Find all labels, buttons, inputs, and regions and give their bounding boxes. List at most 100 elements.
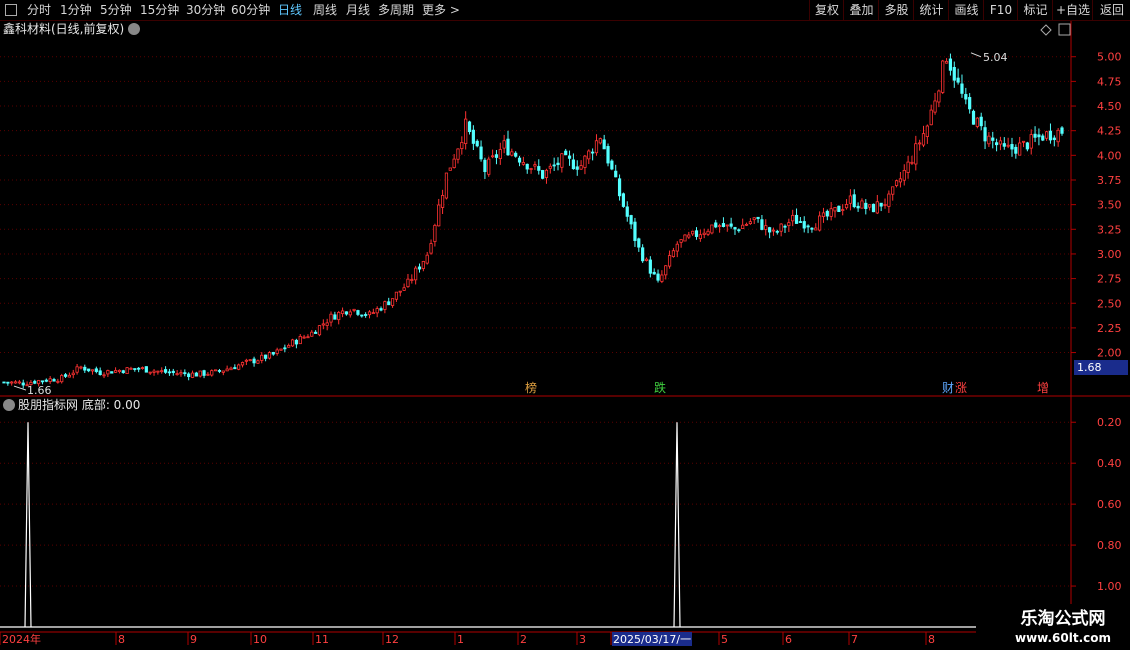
candle-body xyxy=(352,308,356,311)
candle-body xyxy=(641,247,645,262)
candle-body xyxy=(702,232,706,235)
price-axis-label: 5.00 xyxy=(1097,51,1122,64)
candle-body xyxy=(456,148,460,160)
price-axis-label: 2.50 xyxy=(1097,297,1122,310)
candle-body xyxy=(194,372,198,377)
candle-body xyxy=(644,258,649,261)
date-axis-label: 7 xyxy=(851,633,858,646)
candle-body xyxy=(648,259,652,274)
toolbar-right-item-1[interactable]: 叠加 xyxy=(843,0,879,20)
toolbar-right-item-8[interactable]: 返回 xyxy=(1092,0,1130,20)
candle-body xyxy=(691,230,695,235)
date-axis-label: 10 xyxy=(253,633,267,646)
candle-body xyxy=(310,331,314,337)
candle-body xyxy=(914,143,918,165)
candle-body xyxy=(137,367,141,370)
candle-body xyxy=(498,149,502,160)
candle-body xyxy=(344,311,349,315)
candle-body xyxy=(517,157,522,163)
toolbar-right-item-4[interactable]: 画线 xyxy=(948,0,984,20)
candle-body xyxy=(475,140,479,147)
toolbar-right-item-7[interactable]: +自选 xyxy=(1052,0,1093,20)
candle-body xyxy=(337,312,341,321)
candle-body xyxy=(160,370,164,373)
candle-body xyxy=(364,314,368,316)
candle-body xyxy=(556,162,560,166)
candle-body xyxy=(106,370,110,375)
chevron-down-icon[interactable] xyxy=(128,23,140,35)
candle-body xyxy=(375,308,379,314)
candle-body xyxy=(487,158,491,175)
candle-body xyxy=(533,164,537,167)
toolbar-item-3[interactable]: 15分钟 xyxy=(140,0,179,20)
chevron-down-icon[interactable] xyxy=(3,399,15,411)
candle-body xyxy=(675,243,679,252)
candle-body xyxy=(206,373,210,376)
candle-body xyxy=(652,271,656,275)
event-marker-0: 榜 xyxy=(525,380,537,395)
event-marker-3: 涨 xyxy=(955,380,967,395)
toolbar-item-8[interactable]: 月线 xyxy=(346,0,370,20)
candle-body xyxy=(814,227,818,231)
candle-body xyxy=(321,323,325,326)
date-axis-label: 8 xyxy=(928,633,935,646)
menu-icon[interactable] xyxy=(5,4,17,16)
candle-body xyxy=(410,279,414,281)
candle-body xyxy=(202,370,206,376)
candle-body xyxy=(898,178,903,183)
toolbar-item-7[interactable]: 周线 xyxy=(313,0,337,20)
candle-body xyxy=(398,290,402,293)
candle-body xyxy=(67,374,72,378)
candle-body xyxy=(167,371,172,374)
candle-body xyxy=(1052,137,1056,141)
candle-body xyxy=(133,368,137,370)
candle-body xyxy=(71,372,75,376)
candle-body xyxy=(102,374,106,377)
toolbar-item-6[interactable]: 日线 xyxy=(278,0,302,20)
candle-body xyxy=(1010,144,1014,150)
toolbar-item-9[interactable]: 多周期 xyxy=(378,0,414,20)
candle-body xyxy=(975,117,979,127)
toolbar-item-2[interactable]: 5分钟 xyxy=(100,0,132,20)
toolbar-item-10[interactable]: 更多 > xyxy=(422,0,460,20)
candle-body xyxy=(760,219,764,230)
candle-body xyxy=(171,370,175,373)
toolbar-item-5[interactable]: 60分钟 xyxy=(231,0,270,20)
candle-body xyxy=(768,227,772,233)
indicator-spike xyxy=(673,422,681,628)
toolbar-right-item-6[interactable]: 标记 xyxy=(1017,0,1053,20)
candle-body xyxy=(871,203,876,213)
candle-body xyxy=(479,146,483,160)
toolbar-right-item-0[interactable]: 复权 xyxy=(809,0,844,20)
date-axis-label: 2 xyxy=(520,633,527,646)
toolbar-right-item-2[interactable]: 多股 xyxy=(878,0,914,20)
toolbar-right-item-3[interactable]: 统计 xyxy=(913,0,949,20)
candle-body xyxy=(390,298,395,306)
toolbar-item-1[interactable]: 1分钟 xyxy=(60,0,92,20)
candle-body xyxy=(502,140,506,149)
candle-body xyxy=(960,83,964,94)
candle-body xyxy=(1060,127,1064,134)
candle-body xyxy=(983,127,987,142)
candle-body xyxy=(144,366,148,373)
candle-body xyxy=(694,230,699,237)
candle-body xyxy=(506,138,510,156)
candle-body xyxy=(756,216,760,219)
candle-body xyxy=(621,193,626,207)
toolbar-right-item-5[interactable]: F10 xyxy=(983,0,1018,20)
chart-canvas[interactable]: 2.00 2.25 2.50 2.75 3.00 3.25 3.50 3.75 4.00 4.25… xyxy=(0,0,1130,650)
candle-body xyxy=(237,364,241,370)
toolbar-item-4[interactable]: 30分钟 xyxy=(186,0,225,20)
candle-body xyxy=(444,172,449,199)
toolbar-item-0[interactable]: 分时 xyxy=(27,0,51,20)
candle-body xyxy=(810,227,814,230)
candle-body xyxy=(198,370,202,377)
candle-body xyxy=(514,152,518,157)
candle-body xyxy=(521,162,525,165)
price-axis-label: 3.00 xyxy=(1097,248,1122,261)
candle-body xyxy=(340,310,345,315)
candle-body xyxy=(52,379,56,382)
candle-body xyxy=(79,366,83,369)
candle-body xyxy=(937,90,941,103)
candle-body xyxy=(875,201,879,214)
